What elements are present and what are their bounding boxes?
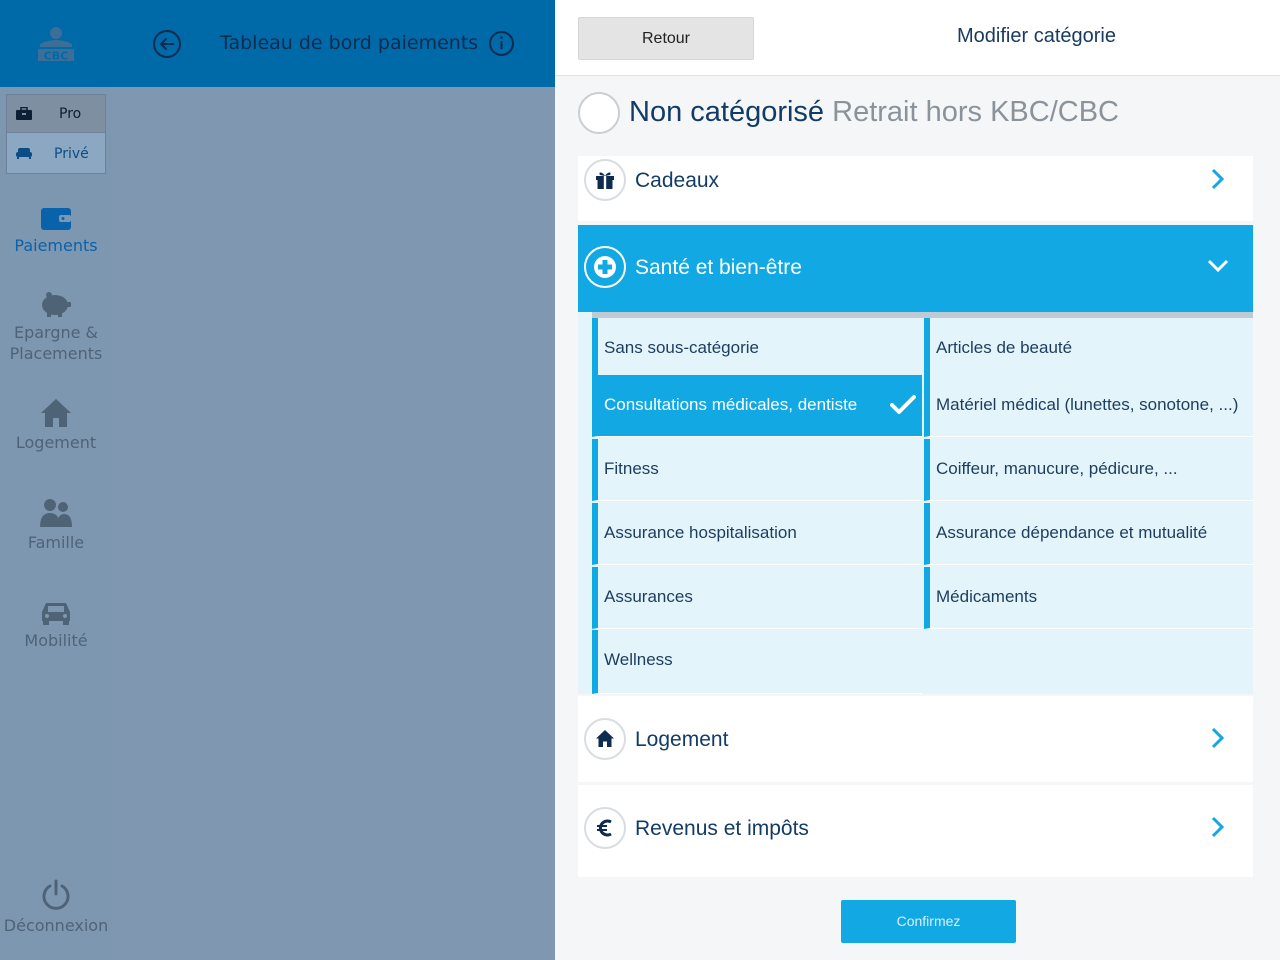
subcategory-item[interactable]: Articles de beauté [924,318,1253,380]
subcategory-item[interactable]: Médicaments [924,567,1253,629]
chevron-right-icon [1211,816,1225,838]
sofa-icon [16,148,32,159]
category-icon-circle [584,718,626,760]
house-icon [41,399,71,427]
switch-pro[interactable]: Pro [7,95,105,133]
sidebar: CBC Pro Privé Paiements Epargne & Placem… [0,0,112,960]
info-icon[interactable] [488,30,515,57]
briefcase-icon [16,107,32,120]
chevron-right-icon [1211,727,1225,749]
category-icon-circle [584,807,626,849]
subcategory-item-selected[interactable]: Consultations médicales, dentiste [592,375,922,437]
category-label: Logement [635,728,729,751]
category-icon-circle [584,246,626,288]
logout-button[interactable]: Déconnexion [0,879,112,936]
transaction-description: Retrait hors KBC/CBC [832,96,1119,128]
category-row-logement[interactable]: Logement [578,696,1253,782]
svg-text:CBC: CBC [44,50,69,63]
wallet-icon [41,208,71,230]
subcategory-label: Sans sous-catégorie [604,338,759,357]
subcategory-label: Articles de beauté [936,338,1073,357]
chevron-right-icon [1211,168,1225,190]
sidebar-item-label: Epargne & Placements [9,323,103,363]
uncategorized-option[interactable]: Non catégorisé Retrait hors KBC/CBC [578,92,1278,138]
dim-overlay [112,87,555,960]
health-plus-icon [594,256,616,278]
subcategory-item[interactable]: Assurances [592,567,922,629]
subcategory-item[interactable]: Fitness [592,439,922,501]
sidebar-item-famille[interactable]: Famille [0,498,112,553]
edit-category-panel: Retour Modifier catégorie Non catégorisé… [555,0,1280,960]
family-icon [40,499,72,527]
logout-label: Déconnexion [3,916,109,935]
switch-pro-label: Pro [59,106,82,122]
sidebar-item-label: Logement [15,433,97,452]
category-row-cadeaux[interactable]: Cadeaux [578,156,1253,221]
sidebar-item-epargne[interactable]: Epargne & Placements [0,290,112,364]
panel-topbar: Retour Modifier catégorie [555,0,1280,76]
subcategory-label: Assurance dépendance et mutualité [936,523,1208,542]
subcategory-label: Consultations médicales, dentiste [604,395,858,414]
euro-icon [597,819,612,837]
subcategory-item[interactable]: Sans sous-catégorie [592,318,922,380]
subcategory-item[interactable]: Wellness [592,630,922,694]
chevron-down-icon [1207,259,1229,273]
subcategory-label: Médicaments [936,587,1038,606]
switch-prive[interactable]: Privé [7,134,105,174]
sidebar-item-paiements[interactable]: Paiements [0,207,112,256]
subcategory-item[interactable]: Assurance hospitalisation [592,503,922,565]
car-icon [42,603,70,625]
category-label: Cadeaux [635,169,720,192]
sidebar-item-label: Paiements [14,236,98,255]
subcategory-item[interactable]: Matériel médical (lunettes, sonotone, ..… [924,375,1253,437]
subcategory-label: Coiffeur, manucure, pédicure, ... [936,459,1178,478]
logo-box: CBC [0,0,112,87]
gift-icon [596,172,614,189]
house-icon [596,730,614,747]
uncategorized-radio[interactable] [578,92,620,134]
pro-prive-switch: Pro Privé [6,94,106,174]
cbc-logo-icon: CBC [38,27,74,63]
sidebar-item-label: Mobilité [24,631,88,650]
subcategory-label: Fitness [604,459,659,478]
checkmark-icon [890,395,916,414]
dashboard-header: Tableau de bord paiements [112,0,555,87]
category-label: Revenus et impôts [635,817,809,840]
power-icon [42,879,70,910]
panel-title: Modifier catégorie [957,25,1116,47]
category-label: Santé et bien-être [635,256,802,279]
category-row-sante[interactable]: Santé et bien-être [578,225,1253,312]
sidebar-item-logement[interactable]: Logement [0,398,112,453]
subcategory-label: Wellness [604,650,673,669]
switch-prive-label: Privé [54,146,89,162]
subcategory-grid: Sans sous-catégorie Consultations médica… [578,312,1253,694]
uncategorized-label: Non catégorisé Retrait hors KBC/CBC [629,96,1119,129]
subcategory-label: Assurance hospitalisation [604,523,797,542]
back-arrow-icon[interactable] [152,29,182,59]
subcategory-label: Matériel médical (lunettes, sonotone, ..… [936,395,1239,414]
subcategory-label: Assurances [604,587,693,606]
subcategory-item[interactable]: Assurance dépendance et mutualité [924,503,1253,565]
uncategorized-title: Non catégorisé [629,96,825,128]
sidebar-item-label: Famille [27,533,85,552]
back-button[interactable]: Retour [578,17,754,60]
category-icon-circle [584,159,626,201]
sidebar-item-mobilite[interactable]: Mobilité [0,600,112,651]
dashboard-title: Tableau de bord paiements [220,32,479,54]
piggy-bank-icon [42,292,71,317]
subcategory-item[interactable]: Coiffeur, manucure, pédicure, ... [924,439,1253,501]
confirm-button[interactable]: Confirmez [841,900,1016,943]
category-row-revenus[interactable]: Revenus et impôts [578,785,1253,877]
